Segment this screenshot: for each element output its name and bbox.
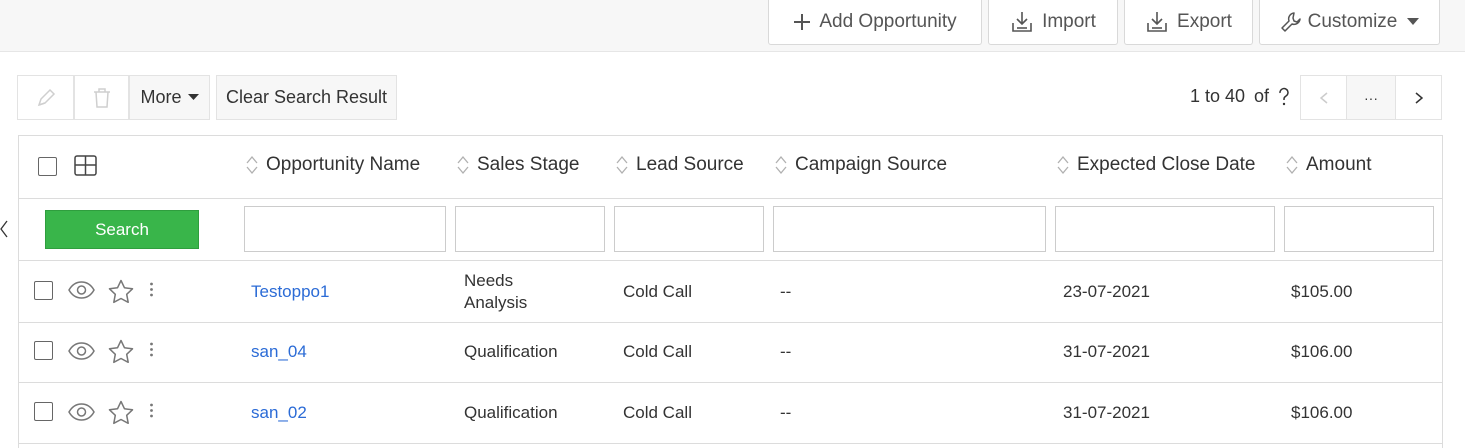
row-checkbox[interactable]	[34, 341, 53, 360]
more-label: More	[140, 87, 182, 107]
sort-icon	[457, 155, 469, 175]
wrench-icon	[1280, 12, 1301, 32]
plus-icon	[794, 14, 811, 30]
chevron-left-icon	[1319, 91, 1327, 104]
close-date-cell: 23-07-2021	[1063, 282, 1150, 301]
sales-stage-cell: Qualification	[464, 403, 558, 422]
column-label: Sales Stage	[477, 154, 580, 175]
filter-campaign-source-input[interactable]	[773, 206, 1046, 252]
filter-close-date-input[interactable]	[1055, 206, 1275, 252]
prev-page-button[interactable]	[1300, 75, 1347, 120]
column-label: Expected Close Date	[1077, 154, 1256, 175]
search-button[interactable]: Search	[45, 210, 199, 249]
row-divider	[19, 382, 1442, 383]
amount-cell: $106.00	[1291, 403, 1353, 422]
amount-cell: $105.00	[1291, 282, 1353, 301]
row-divider	[19, 443, 1442, 444]
customize-label: Customize	[1307, 11, 1398, 32]
chevron-right-icon	[1415, 91, 1423, 104]
sidebar-collapse-icon[interactable]	[0, 217, 8, 241]
top-toolbar: Add Opportunity Import Export Customize	[0, 0, 1465, 52]
star-icon[interactable]	[108, 400, 134, 425]
lead-source-cell: Cold Call	[623, 342, 692, 361]
sort-icon	[1286, 155, 1298, 175]
clear-search-label: Clear Search Result	[225, 87, 388, 107]
close-date-cell: 31-07-2021	[1063, 342, 1150, 361]
column-header-sales-stage[interactable]: Sales Stage	[457, 154, 579, 176]
pagination-of: of	[1254, 86, 1270, 106]
column-header-expected-close-date[interactable]: Expected Close Date	[1057, 154, 1256, 176]
campaign-source-cell: --	[780, 342, 792, 361]
row-divider	[19, 322, 1442, 323]
select-all-checkbox[interactable]	[38, 157, 57, 176]
kebab-icon[interactable]	[149, 282, 154, 297]
add-opportunity-label: Add Opportunity	[819, 11, 957, 32]
row-checkbox[interactable]	[34, 281, 53, 300]
opportunity-name-link[interactable]: Testoppo1	[251, 281, 329, 303]
column-header-opportunity-name[interactable]: Opportunity Name	[246, 154, 420, 176]
page-more-label: ···	[1364, 89, 1378, 106]
page-more-button[interactable]: ···	[1346, 75, 1396, 120]
filter-opportunity-name-input[interactable]	[244, 206, 446, 252]
lead-source-cell: Cold Call	[623, 403, 692, 422]
eye-icon[interactable]	[68, 341, 95, 361]
opportunity-name-link[interactable]: san_02	[251, 402, 307, 424]
lead-source-cell: Cold Call	[623, 282, 692, 301]
column-label: Amount	[1306, 154, 1372, 175]
add-opportunity-button[interactable]: Add Opportunity	[768, 0, 982, 45]
star-icon[interactable]	[108, 339, 134, 364]
caret-down-icon	[187, 94, 199, 100]
import-button[interactable]: Import	[988, 0, 1118, 45]
sales-stage-cell: Qualification	[464, 342, 558, 361]
delete-button[interactable]	[74, 75, 129, 120]
filter-amount-input[interactable]	[1284, 206, 1434, 252]
column-label: Campaign Source	[795, 154, 948, 175]
campaign-source-cell: --	[780, 403, 792, 422]
row-checkbox[interactable]	[34, 402, 53, 421]
trash-icon	[93, 87, 110, 108]
kebab-icon[interactable]	[149, 403, 154, 418]
more-button[interactable]: More	[129, 75, 210, 120]
close-date-cell: 31-07-2021	[1063, 403, 1150, 422]
sort-icon	[246, 155, 258, 175]
pagination-range: 1 to 40	[1190, 86, 1246, 106]
export-button[interactable]: Export	[1124, 0, 1253, 45]
header-divider	[19, 198, 1442, 199]
sales-stage-cell: Needs Analysis	[464, 271, 528, 312]
sort-icon	[616, 155, 628, 175]
eye-icon[interactable]	[68, 280, 95, 300]
edit-button[interactable]	[17, 75, 74, 120]
import-icon	[1012, 12, 1032, 32]
next-page-button[interactable]	[1395, 75, 1442, 120]
opportunity-name-link[interactable]: san_04	[251, 341, 307, 363]
column-header-amount[interactable]: Amount	[1286, 154, 1371, 176]
opportunity-table	[18, 135, 1443, 448]
column-label: Lead Source	[636, 154, 744, 175]
export-label: Export	[1177, 11, 1232, 32]
star-icon[interactable]	[108, 279, 134, 304]
column-label: Opportunity Name	[266, 154, 421, 175]
filter-lead-source-input[interactable]	[614, 206, 764, 252]
amount-cell: $106.00	[1291, 342, 1353, 361]
help-icon[interactable]	[1277, 87, 1291, 107]
campaign-source-cell: --	[780, 282, 792, 301]
sort-icon	[775, 155, 787, 175]
customize-button[interactable]: Customize	[1259, 0, 1440, 45]
caret-down-icon	[1407, 18, 1420, 25]
kebab-icon[interactable]	[149, 342, 154, 357]
edit-icon	[37, 88, 55, 106]
eye-icon[interactable]	[68, 402, 95, 422]
clear-search-button[interactable]: Clear Search Result	[216, 75, 397, 120]
filter-divider	[19, 260, 1442, 261]
filter-sales-stage-input[interactable]	[455, 206, 605, 252]
column-layout-icon[interactable]	[74, 155, 97, 176]
pagination-info: 1 to 40 of	[1190, 86, 1269, 107]
column-header-lead-source[interactable]: Lead Source	[616, 154, 744, 176]
export-icon	[1147, 12, 1167, 32]
column-header-campaign-source[interactable]: Campaign Source	[775, 154, 947, 176]
import-label: Import	[1042, 11, 1096, 32]
sort-icon	[1057, 155, 1069, 175]
